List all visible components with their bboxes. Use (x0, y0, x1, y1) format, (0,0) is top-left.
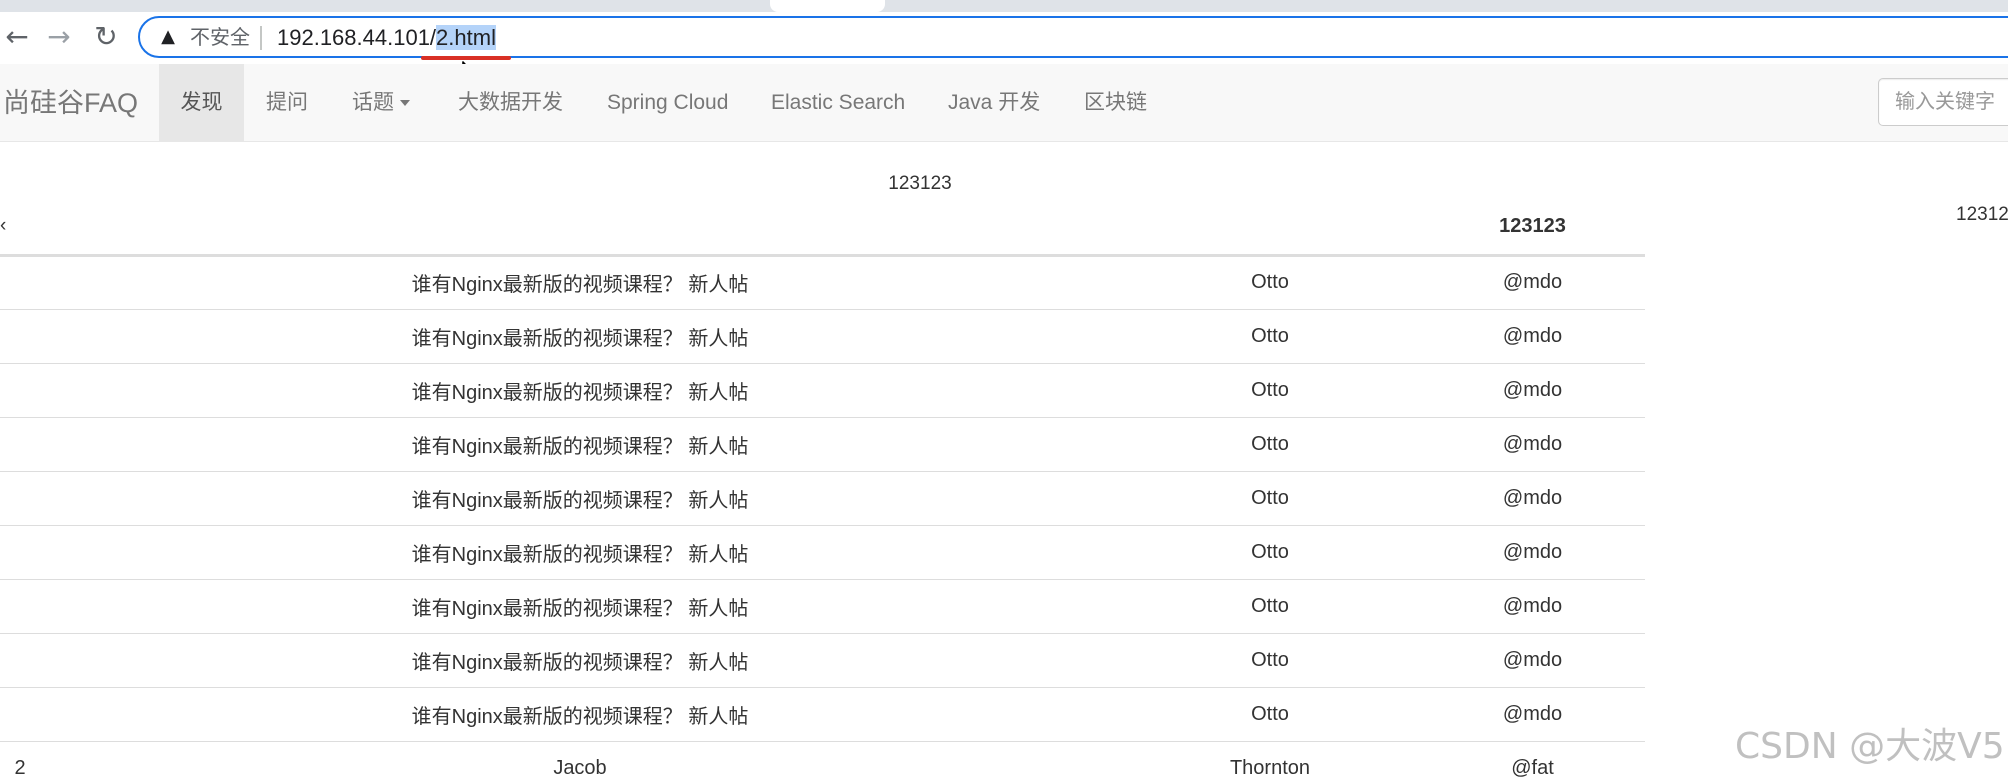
cell-index (0, 470, 40, 526)
cell-name: Otto (1120, 579, 1420, 635)
nav-item-blockchain[interactable]: 区块链 (1084, 64, 1147, 141)
cell-title: Jacob (40, 741, 1120, 782)
warning-icon[interactable]: ▲ (158, 27, 178, 47)
cell-name: Otto (1120, 633, 1420, 689)
right-panel-text: 12312 (1956, 204, 2008, 225)
table-row: 谁有Nginx最新版的视频课程？ 新人帖 Otto @mdo (0, 524, 1645, 581)
nav-item-java[interactable]: Java 开发 (948, 64, 1040, 141)
cell-title: 谁有Nginx最新版的视频课程？ 新人帖 (40, 470, 1120, 526)
site-navbar: 尚硅谷FAQ 发现 提问 话题 大数据开发 Spring Cloud Elast… (0, 64, 2008, 142)
cell-index: 2 (0, 741, 40, 782)
cell-handle: @mdo (1420, 524, 1645, 581)
cell-handle: @mdo (1420, 579, 1645, 635)
cell-name: Otto (1120, 362, 1420, 418)
cell-handle: @mdo (1420, 308, 1645, 364)
forward-icon[interactable]: → (42, 20, 76, 54)
cell-index (0, 308, 40, 364)
topics-table-container: 123123 谁有Nginx最新版的视频课程？ 新人帖 Otto @mdo 谁有Ngi… (0, 200, 1645, 782)
cell-handle: @mdo (1420, 470, 1645, 526)
cell-name: Otto (1120, 687, 1420, 743)
cell-name: Otto (1120, 416, 1420, 472)
table-header-row: 123123 (0, 200, 1645, 257)
nav-item-ask[interactable]: 提问 (266, 64, 308, 141)
browser-tab-strip (0, 0, 2008, 12)
cell-title: 谁有Nginx最新版的视频课程？ 新人帖 (40, 524, 1120, 581)
search-input[interactable] (1878, 78, 2008, 126)
active-tab[interactable] (770, 0, 885, 12)
cell-title: 谁有Nginx最新版的视频课程？ 新人帖 (40, 579, 1120, 635)
table-row: 谁有Nginx最新版的视频课程？ 新人帖 Otto @mdo (0, 633, 1645, 689)
cell-index (0, 524, 40, 581)
nav-item-topics-dropdown[interactable]: 话题 (352, 64, 410, 141)
cell-index (0, 362, 40, 418)
cell-name: Thornton (1120, 741, 1420, 782)
table-row: 谁有Nginx最新版的视频课程？ 新人帖 Otto @mdo (0, 470, 1645, 526)
cell-handle: @mdo (1420, 362, 1645, 418)
table-row: 谁有Nginx最新版的视频课程？ 新人帖 Otto @mdo (0, 255, 1645, 310)
security-label[interactable]: 不安全 (190, 26, 250, 50)
url-text[interactable]: 192.168.44.101/2.html (277, 24, 496, 52)
cell-title: 谁有Nginx最新版的视频课程？ 新人帖 (40, 687, 1120, 743)
header-name (1120, 200, 1420, 257)
table-row: 2 Jacob Thornton @fat (0, 741, 1645, 782)
url-path-selected: 2.html (436, 25, 496, 50)
browser-toolbar: ← → ↻ ▲ 不安全 192.168.44.101/2.html (0, 12, 2008, 62)
topics-table: 123123 谁有Nginx最新版的视频课程？ 新人帖 Otto @mdo 谁有Ngi… (0, 200, 1645, 782)
url-host: 192.168.44.101/ (277, 25, 437, 50)
header-title (40, 200, 1120, 257)
back-icon[interactable]: ← (0, 20, 34, 54)
table-row: 谁有Nginx最新版的视频课程？ 新人帖 Otto @mdo (0, 362, 1645, 418)
table-row: 谁有Nginx最新版的视频课程？ 新人帖 Otto @mdo (0, 579, 1645, 635)
cell-name: Otto (1120, 524, 1420, 581)
cell-index (0, 579, 40, 635)
nav-item-discover[interactable]: 发现 (159, 64, 244, 141)
address-bar[interactable]: ▲ 不安全 192.168.44.101/2.html (138, 16, 2008, 58)
caret-down-icon (400, 100, 410, 107)
cell-index (0, 416, 40, 472)
cell-handle: @mdo (1420, 255, 1645, 310)
cell-handle: @fat (1420, 741, 1645, 782)
table-row: 谁有Nginx最新版的视频课程？ 新人帖 Otto @mdo (0, 308, 1645, 364)
cell-title: 谁有Nginx最新版的视频课程？ 新人帖 (40, 633, 1120, 689)
cell-handle: @mdo (1420, 633, 1645, 689)
nav-item-spring-cloud[interactable]: Spring Cloud (607, 64, 728, 141)
reload-icon[interactable]: ↻ (89, 20, 123, 54)
cell-handle: @mdo (1420, 687, 1645, 743)
cell-name: Otto (1120, 255, 1420, 310)
navbar-brand[interactable]: 尚硅谷FAQ (3, 86, 138, 120)
table-row: 谁有Nginx最新版的视频课程？ 新人帖 Otto @mdo (0, 687, 1645, 743)
cell-index (0, 687, 40, 743)
cell-name: Otto (1120, 470, 1420, 526)
cell-title: 谁有Nginx最新版的视频课程？ 新人帖 (40, 416, 1120, 472)
nav-item-topics-label: 话题 (352, 91, 394, 114)
watermark: CSDN @大波V5 (1735, 726, 2005, 767)
cell-title: 谁有Nginx最新版的视频课程？ 新人帖 (40, 362, 1120, 418)
table-caption: 123123 (888, 173, 952, 194)
cell-title: 谁有Nginx最新版的视频课程？ 新人帖 (40, 255, 1120, 310)
cell-name: Otto (1120, 308, 1420, 364)
nav-item-bigdata[interactable]: 大数据开发 (458, 64, 563, 141)
header-index (0, 200, 40, 257)
cell-title: 谁有Nginx最新版的视频课程？ 新人帖 (40, 308, 1120, 364)
cell-index (0, 633, 40, 689)
cell-index (0, 255, 40, 310)
table-row: 谁有Nginx最新版的视频课程？ 新人帖 Otto @mdo (0, 416, 1645, 472)
nav-item-elastic-search[interactable]: Elastic Search (771, 64, 905, 141)
header-handle: 123123 (1420, 200, 1645, 257)
address-divider (260, 26, 262, 50)
cell-handle: @mdo (1420, 416, 1645, 472)
